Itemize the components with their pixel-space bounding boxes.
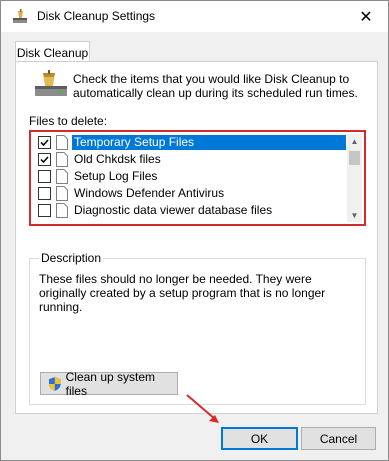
list-item[interactable]: Diagnostic data viewer database files: [33, 202, 347, 219]
file-icon: [56, 152, 68, 167]
scroll-down-icon[interactable]: ▼: [347, 208, 362, 222]
tab-strip: Disk Cleanup: [1, 32, 388, 63]
files-listbox[interactable]: Temporary Setup Files Old Chkdsk files S…: [33, 134, 362, 222]
file-icon: [56, 135, 68, 150]
clean-up-system-files-label: Clean up system files: [65, 369, 155, 398]
cancel-button[interactable]: Cancel: [301, 427, 376, 450]
checkmark-icon: [40, 139, 49, 147]
checkbox[interactable]: [38, 187, 51, 200]
annotation-arrow-icon: [186, 394, 219, 423]
list-item[interactable]: Old Chkdsk files: [33, 151, 347, 168]
list-item-label: Windows Defender Antivirus: [74, 186, 225, 200]
list-item[interactable]: Temporary Setup Files: [33, 134, 347, 151]
list-item-label: Setup Log Files: [74, 169, 158, 183]
intro-text: Check the items that you would like Disk…: [73, 72, 358, 100]
close-icon: ✕: [359, 8, 373, 26]
checkbox[interactable]: [38, 170, 51, 183]
scroll-thumb[interactable]: [349, 151, 360, 165]
dialog-window: Disk Cleanup Settings ✕ Disk Cleanup Che…: [0, 0, 389, 461]
list-item[interactable]: Setup Log Files: [33, 168, 347, 185]
list-item-label: Temporary Setup Files: [72, 135, 346, 150]
checkbox[interactable]: [38, 204, 51, 217]
disk-cleanup-large-icon: [35, 70, 67, 96]
description-title: Description: [39, 251, 104, 265]
list-item-label: Diagnostic data viewer database files: [74, 203, 273, 217]
checkbox[interactable]: [38, 136, 51, 149]
ok-button[interactable]: OK: [221, 427, 298, 450]
title-bar[interactable]: Disk Cleanup Settings ✕: [1, 1, 388, 32]
description-text: These files should no longer be needed. …: [39, 272, 326, 314]
file-icon: [56, 203, 68, 218]
uac-shield-icon: [48, 376, 61, 391]
list-scrollbar[interactable]: ▲ ▼: [347, 134, 362, 222]
file-icon: [56, 186, 68, 201]
tab-panel: Check the items that you would like Disk…: [15, 61, 378, 414]
files-list-highlight: Temporary Setup Files Old Chkdsk files S…: [29, 130, 366, 226]
tab-disk-cleanup[interactable]: Disk Cleanup: [15, 41, 90, 63]
disk-cleanup-icon: [13, 9, 27, 23]
checkmark-icon: [40, 156, 49, 164]
list-item-label: Old Chkdsk files: [74, 152, 161, 166]
description-group: Description These files should no longer…: [29, 251, 366, 405]
clean-up-system-files-button[interactable]: Clean up system files: [40, 369, 178, 398]
scroll-up-icon[interactable]: ▲: [347, 134, 362, 148]
files-to-delete-label: Files to delete:: [29, 114, 108, 128]
checkbox[interactable]: [38, 153, 51, 166]
file-icon: [56, 169, 68, 184]
list-item[interactable]: Windows Defender Antivirus: [33, 185, 347, 202]
window-title: Disk Cleanup Settings: [37, 9, 156, 23]
close-button[interactable]: ✕: [344, 1, 388, 32]
